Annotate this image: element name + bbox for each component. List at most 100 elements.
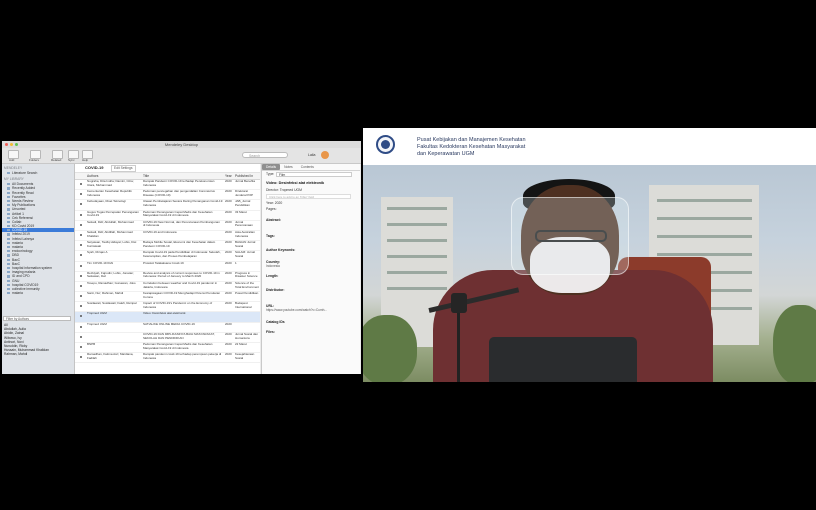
- table-row[interactable]: Susilawati, Susilawati; Falefi, Reinpal I…: [75, 302, 260, 313]
- table-row[interactable]: Syah, Rizqan A Dampak Covid-19 pada Pendi…: [75, 251, 260, 262]
- avatar[interactable]: [321, 151, 329, 159]
- column-year[interactable]: Year: [223, 173, 233, 179]
- read-status-icon: [80, 305, 82, 308]
- year-cell: 2020: [225, 302, 232, 306]
- files-label[interactable]: Files:: [262, 330, 360, 334]
- table-row[interactable]: Tropmed UGM SATIALIKE ONLINE MEDIA COVID-…: [75, 323, 260, 333]
- header-line-3: dan Keperawatan UGM: [417, 151, 475, 157]
- url-value[interactable]: https://www.youtube.com/watch?v=Cumh...: [262, 308, 360, 314]
- document-title[interactable]: Video: Desinfeksi alat elektronik: [262, 179, 360, 187]
- column-published-in[interactable]: Published In: [233, 173, 260, 179]
- published-in-cell: Direktorat Jenderal P2P: [235, 190, 254, 197]
- title-cell: Dampak pandemi covid-19 terhadap perempu…: [143, 353, 222, 360]
- type-select[interactable]: Film: [276, 172, 352, 177]
- sync-label: Sync: [68, 158, 75, 162]
- pages-label[interactable]: Pages:: [262, 206, 360, 212]
- read-status-icon: [80, 284, 82, 287]
- authors-cell: Tropmed UGM: [87, 322, 107, 326]
- details-panel: Details Notes Contents Type: Film Video:…: [261, 164, 360, 374]
- catalog-ids-label[interactable]: Catalog IDs: [262, 320, 360, 324]
- authors-cell: Setyawan, Taufiq Hidayat; Lubis, Dwi Kur…: [87, 241, 137, 248]
- authors-cell: Setiadi, Didi; Abdullah, Muhammad: [87, 220, 134, 224]
- column-mark[interactable]: [75, 173, 85, 179]
- director-row: Director: Tropmed UGM: [262, 187, 360, 193]
- building-window: [387, 271, 447, 274]
- title-cell: Kesiapsiagaan COVID-19 Menghadapi Potens…: [143, 292, 221, 299]
- sidebar: MENDELEY Literature Search MY LIBRARY Al…: [2, 164, 75, 374]
- table-row[interactable]: Tim COVID-19 IDAI Protokol Tatalaksana Co…: [75, 262, 260, 272]
- building-window: [387, 287, 447, 290]
- edit-settings-button[interactable]: Edit Settings: [111, 165, 136, 172]
- read-status-cell: [75, 282, 85, 291]
- folder-icon: [7, 271, 10, 274]
- read-status-cell: [75, 221, 85, 230]
- published-in-cell: Budapest International: [235, 302, 252, 309]
- year-cell: 2020: [225, 292, 232, 296]
- tags-label[interactable]: Tags:: [262, 234, 360, 238]
- folder-icon: [7, 241, 10, 245]
- type-label: Type:: [266, 172, 275, 176]
- close-icon[interactable]: [5, 143, 8, 146]
- table-header: Authors Title Year Published In: [75, 173, 260, 180]
- authors-cell: Rezkiyah, Fajrudin; Lubis, Jonatan; Seti…: [87, 271, 134, 279]
- shared-screen-pane: Mendeley Desktop Add Folders Related Syn…: [2, 141, 361, 374]
- read-status-cell: [75, 251, 85, 260]
- sidebar-folder-item[interactable]: malaria: [2, 291, 74, 295]
- table-row[interactable]: Gugus Tugas Percepatan Penanganan Covid-…: [75, 211, 260, 221]
- table-row[interactable]: Ramadhan, Fatima Asri; Mardiana, Fadilah…: [75, 353, 260, 364]
- sidebar-item-label: malaria: [12, 291, 23, 296]
- table-row[interactable]: BNPB Pedoman Penanganan Cepat Medis dan K…: [75, 343, 260, 354]
- read-status-icon: [80, 254, 82, 257]
- director-value[interactable]: Tropmed UGM: [280, 188, 302, 192]
- title-cell: Pedoman pencegahan dan pengendalian Coro…: [143, 190, 215, 197]
- tab-details[interactable]: Details: [262, 164, 281, 170]
- table-row[interactable]: Setiadi, Didi; Abdullah, Muhammad COVID-1…: [75, 221, 260, 231]
- filter-by-authors-select[interactable]: Filter by Authors: [3, 316, 71, 321]
- column-title[interactable]: Title: [141, 173, 223, 179]
- window-titlebar: Mendeley Desktop: [2, 141, 361, 148]
- abstract-label[interactable]: Abstract:: [262, 218, 360, 222]
- published-in-cell: BAGIAN Jurnal Sosial: [235, 241, 256, 248]
- table-row[interactable]: Santi, Nur; Rahman, Mahdi Kesiapsiagaan C…: [75, 292, 260, 303]
- tab-notes[interactable]: Notes: [280, 164, 297, 170]
- title-cell: COVID-19 New Normal, dan Perencanaan Pem…: [143, 220, 220, 228]
- author-keywords-label[interactable]: Author Keywords:: [262, 248, 360, 252]
- search-input[interactable]: Search: [242, 152, 288, 158]
- tab-contents[interactable]: Contents: [297, 164, 318, 170]
- add-author-field[interactable]: Click here to add to an 'Filter' field: [266, 194, 351, 200]
- author-filter-item[interactable]: Rahman, Mahdi: [2, 352, 74, 356]
- read-status-icon: [80, 233, 82, 236]
- user-name[interactable]: Laila: [308, 153, 315, 157]
- published-in-cell: Progress in Disaster Science: [235, 271, 258, 279]
- table-row[interactable]: Nugraha, Dita Indria; Damini, Citra; Uta…: [75, 180, 260, 191]
- window-controls[interactable]: [5, 143, 18, 146]
- read-status-cell: [75, 272, 85, 281]
- table-row[interactable]: Tropmed UGM Video: Desinfeksi alat elektr…: [75, 312, 260, 323]
- column-authors[interactable]: Authors: [85, 173, 141, 179]
- add-label: Add: [9, 158, 15, 162]
- title-cell: Review and analysis of current responses…: [143, 271, 220, 279]
- distributor-label[interactable]: Distributor:: [262, 288, 360, 292]
- table-row[interactable]: Setyawan, Taufiq Hidayat; Lubis, Dwi Kur…: [75, 241, 260, 252]
- tree: [773, 305, 816, 382]
- year-cell: 2020: [225, 220, 232, 224]
- table-row[interactable]: Kementerian Kesehatan Republik Indonesia…: [75, 190, 260, 201]
- maximize-icon[interactable]: [15, 143, 18, 146]
- library-items: All Documents Recently Added Recently Read…: [2, 182, 74, 211]
- published-in-cell: [233, 323, 260, 332]
- minimize-icon[interactable]: [10, 143, 13, 146]
- laptop: [489, 337, 637, 382]
- year-value[interactable]: 2020: [275, 201, 283, 205]
- table-row[interactable]: Kebudayaan, Riset Teknologi Ulasan Pembel…: [75, 200, 260, 211]
- table-row[interactable]: Rezkiyah, Fajrudin; Lubis, Jonatan; Seti…: [75, 272, 260, 282]
- table-row[interactable]: Setiadi, Didi; Abdillah, Muhammad Khalid…: [75, 231, 260, 242]
- table-row[interactable]: COVID-19 DAN IMPLIKASINYA BAGI MASYARAKA…: [75, 333, 260, 343]
- length-label[interactable]: Length:: [262, 274, 360, 278]
- window-title: Mendeley Desktop: [164, 142, 199, 147]
- literature-search-item[interactable]: Literature Search: [2, 171, 74, 175]
- country-value[interactable]: Indonesia: [262, 264, 360, 270]
- read-status-icon: [80, 335, 82, 338]
- table-row[interactable]: Tosepu, Ramadhan; Gunawan, Joko Correlati…: [75, 282, 260, 293]
- folder-items: Artikel 1 Cek Referensi Collab KD Covid 201…: [2, 212, 74, 296]
- folder-icon: [7, 258, 10, 261]
